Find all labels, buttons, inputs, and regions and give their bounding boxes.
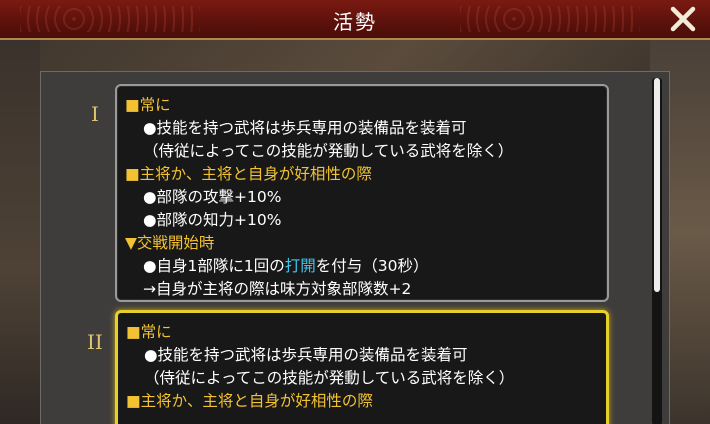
scrollbar-thumb[interactable]: [654, 78, 660, 292]
background-left: [0, 40, 40, 424]
condition-heading: ■主将か、主将と自身が好相性の際: [126, 392, 373, 410]
condition-heading: ■主将か、主将と自身が好相性の際: [125, 165, 372, 183]
effect-text: ●自身1部隊に1回の: [143, 257, 285, 275]
effect-line: ●部隊の攻撃+10%: [143, 188, 282, 206]
effect-note: （侍従によってこの技能が発動している武将を除く）: [144, 369, 515, 387]
close-button[interactable]: [666, 2, 700, 36]
keyword-link[interactable]: 打開: [285, 257, 316, 275]
title-bar: 活勢: [0, 0, 710, 40]
condition-heading: ■常に: [125, 96, 171, 114]
skill-card-2-selected[interactable]: ■常に ●技能を持つ武将は歩兵専用の装備品を装着可 （侍従によってこの技能が発動…: [115, 310, 609, 424]
effect-line: ●自身1部隊に1回の打開を付与（30秒）: [125, 255, 597, 278]
trigger-heading: ▼交戦開始時: [125, 234, 215, 252]
section-numeral-1: I: [91, 102, 99, 126]
effect-line: ●部隊の知力+10%: [143, 211, 282, 229]
condition-heading: ■常に: [126, 323, 172, 341]
effect-note: →自身が主将の際は味方対象部隊数+2: [143, 280, 412, 298]
effect-text: を付与（30秒）: [315, 257, 429, 275]
effect-line: ●技能を持つ武将は歩兵専用の装備品を装着可: [143, 119, 467, 137]
effect-line: ●技能を持つ武将は歩兵専用の装備品を装着可: [144, 346, 468, 364]
section-numeral-2: II: [87, 330, 103, 354]
dialog-title: 活勢: [333, 10, 377, 34]
skill-detail-panel[interactable]: I ■常に ●技能を持つ武将は歩兵専用の装備品を装着可 （侍従によってこの技能が…: [40, 71, 670, 424]
skill-card-1[interactable]: ■常に ●技能を持つ武将は歩兵専用の装備品を装着可 （侍従によってこの技能が発動…: [115, 84, 609, 302]
close-icon: [670, 6, 696, 32]
effect-note: （侍従によってこの技能が発動している武将を除く）: [143, 142, 514, 160]
